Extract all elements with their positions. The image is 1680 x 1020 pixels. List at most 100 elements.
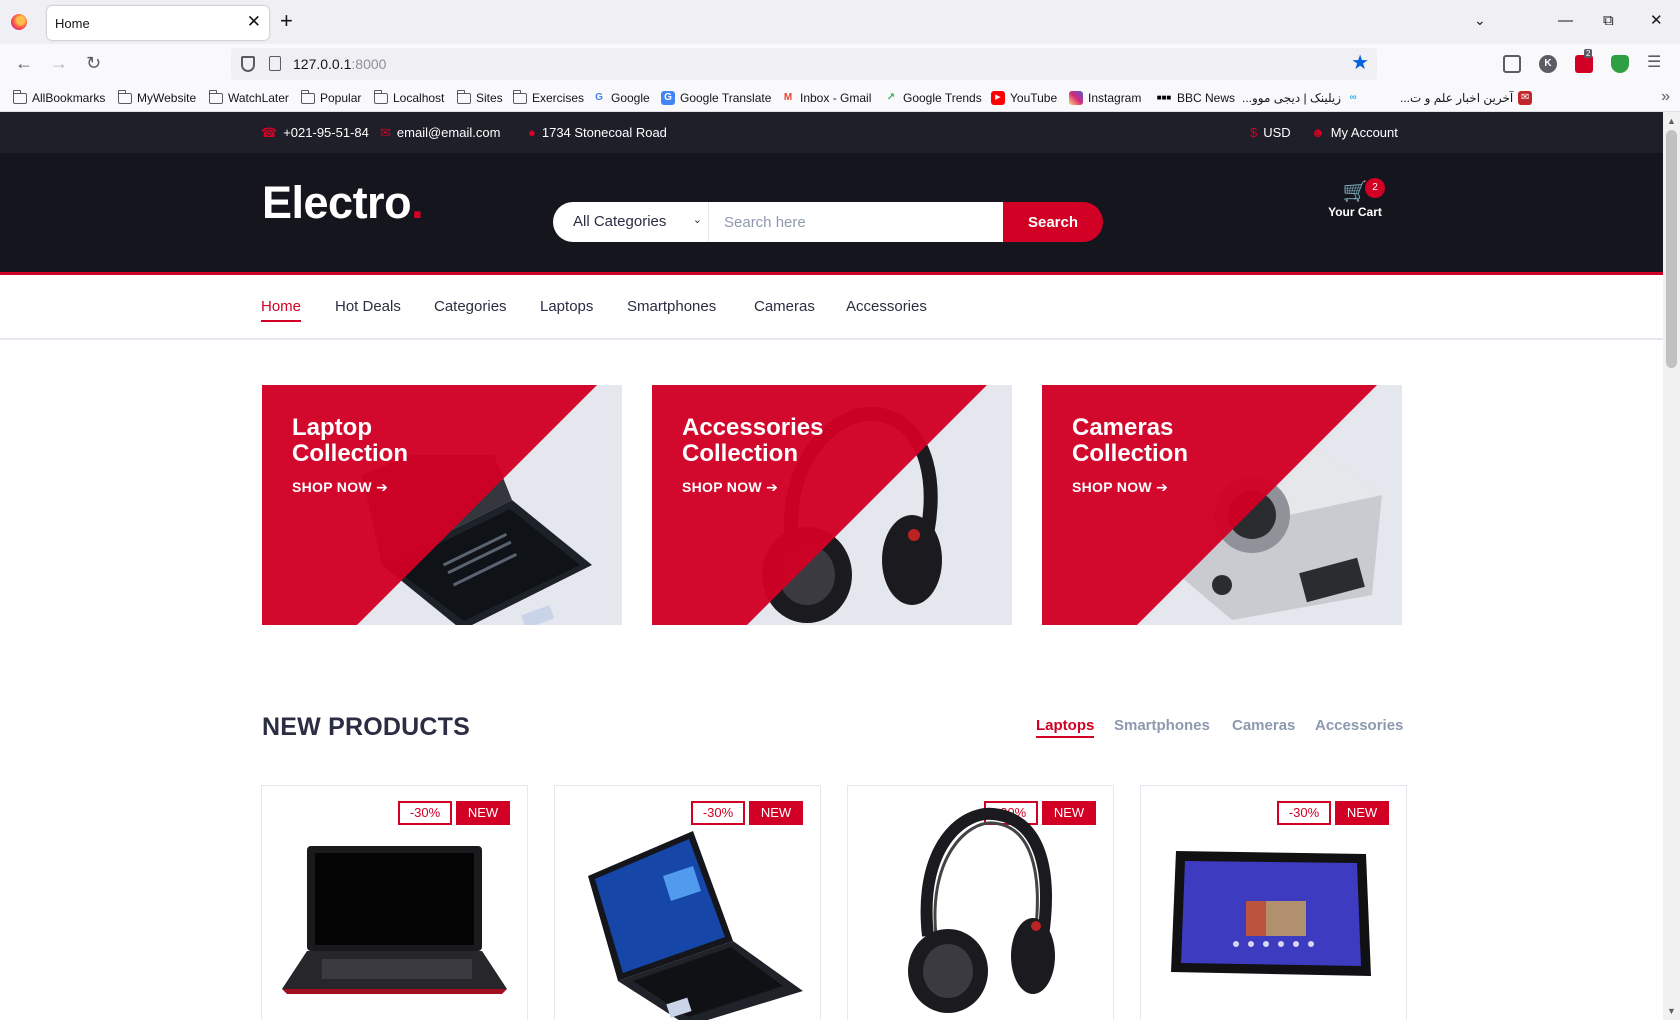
header-phone[interactable]: ☎ +021-95-51-84 [261,125,369,141]
shop-now-link[interactable]: SHOP NOW ➔ [682,479,778,496]
shop-now-link[interactable]: SHOP NOW ➔ [1072,479,1168,496]
bookmark-google-trends[interactable]: ↗ Google Trends [884,91,982,105]
bookmark-instagram[interactable]: Instagram [1069,91,1141,105]
bookmark-youtube[interactable]: ▶ YouTube [991,91,1057,105]
laptop-collection-card[interactable]: Laptop Collection SHOP NOW ➔ [262,385,622,625]
search-input[interactable] [709,202,1003,242]
bookmark-zilink[interactable]: ∞ زیلینک | دیجی موو... [1242,91,1360,105]
bookmark-watchlater[interactable]: WatchLater [208,89,289,105]
scroll-down-arrow-icon[interactable]: ▼ [1667,1006,1676,1016]
scroll-thumb[interactable] [1666,130,1677,368]
nav-home[interactable]: Home [261,298,302,322]
browser-tab-bar: Home ✕ + ⌄ — ⧉ ✕ [0,0,1680,44]
bookmark-google[interactable]: G Google [592,91,650,105]
google-translate-icon: G [661,91,675,105]
scroll-up-arrow-icon[interactable]: ▲ [1667,116,1676,126]
shield-icon[interactable] [241,56,255,72]
currency-text: USD [1263,125,1291,140]
bookmark-label: AllBookmarks [32,91,106,105]
browser-tab[interactable]: Home ✕ [47,6,269,40]
collection-title-line1: Laptop [292,414,372,441]
menu-icon[interactable]: ☰ [1647,53,1661,73]
bookmark-star-icon[interactable]: ★ [1351,52,1369,74]
forward-arrow-icon[interactable]: → [50,53,68,73]
collection-title-line2: Collection [682,440,799,467]
bookmark-mywebsite[interactable]: MyWebsite [117,89,197,105]
main-header: Electro. All Categories ⌄ Search 🛒 Your … [0,153,1663,275]
extension-calendar-icon[interactable]: 2 [1575,49,1593,73]
news-icon: ✉ [1518,91,1533,105]
nav-cameras[interactable]: Cameras [754,298,815,315]
back-arrow-icon[interactable]: ← [15,53,33,73]
bookmark-popular[interactable]: Popular [300,89,361,105]
my-account-link[interactable]: ☻ My Account [1311,125,1398,140]
instagram-icon [1069,91,1083,105]
nav-categories[interactable]: Categories [434,298,507,315]
nav-smartphones[interactable]: Smartphones [627,298,716,315]
search-form: All Categories ⌄ Search [553,202,1103,242]
logo-text: Electro [262,177,412,228]
bookmark-localhost[interactable]: Localhost [373,89,445,105]
bookmark-gmail[interactable]: M Inbox - Gmail [781,91,872,105]
bookmark-label: WatchLater [228,91,289,105]
account-icon[interactable]: K [1539,55,1557,73]
tab-list-chevron-icon[interactable]: ⌄ [1474,12,1486,29]
site-logo[interactable]: Electro. [262,177,424,229]
bookmark-bbc[interactable]: ■■■ BBC News [1156,91,1235,105]
bookmark-news[interactable]: ✉ آخرین اخبار علم و ت... [1400,91,1533,105]
url-bar[interactable]: 127.0.0.1:8000 ★ [231,48,1377,80]
bookmark-label: Localhost [393,91,445,105]
nav-accessories[interactable]: Accessories [846,298,927,315]
tab-title: Home [55,16,90,31]
sale-badge: -30% [1277,801,1331,825]
laptop-product-image [282,846,507,994]
pocket-icon[interactable] [1503,55,1521,73]
restore-icon[interactable]: ⧉ [1603,12,1614,30]
nav-laptops[interactable]: Laptops [540,298,593,315]
zilink-icon: ∞ [1349,92,1357,103]
product-card[interactable]: -30% NEW [848,786,1113,1020]
user-icon: ☻ [1311,125,1325,140]
nav-hot-deals[interactable]: Hot Deals [335,298,401,315]
browser-nav-bar: ← → ↻ 127.0.0.1:8000 ★ K 2 ☰ [0,44,1680,84]
tab-laptops[interactable]: Laptops [1036,717,1095,738]
accessories-collection-card[interactable]: Accessories Collection SHOP NOW ➔ [652,385,1012,625]
category-select[interactable]: All Categories ⌄ [553,202,709,242]
url-text[interactable]: 127.0.0.1:8000 [293,56,386,72]
tab-cameras[interactable]: Cameras [1232,717,1295,734]
collection-title-line1: Accessories [682,414,824,441]
extension-badge: 2 [1584,49,1593,58]
bookmark-label: Instagram [1088,91,1142,105]
chevron-down-icon: ⌄ [692,214,702,226]
bookmark-label: MyWebsite [137,91,197,105]
page-scrollbar[interactable]: ▲ ▼ [1663,112,1680,1020]
tab-smartphones[interactable]: Smartphones [1114,717,1210,734]
sale-badge: -30% [398,801,452,825]
bookmark-label: Sites [476,91,503,105]
search-button[interactable]: Search [1003,202,1103,242]
minimize-icon[interactable]: — [1558,12,1573,30]
product-card[interactable]: -30% NEW [262,786,527,1020]
laptop-product-image [588,831,803,1020]
shield-extension-icon[interactable] [1611,55,1629,73]
bookmark-exercises[interactable]: Exercises [512,89,584,105]
tab-accessories[interactable]: Accessories [1315,717,1403,734]
header-address[interactable]: ● 1734 Stonecoal Road [528,125,667,140]
product-card[interactable]: -30% NEW [1141,786,1406,1020]
currency-selector[interactable]: $ USD [1250,125,1291,140]
new-badge: NEW [456,801,510,825]
tab-close-icon[interactable]: ✕ [247,12,261,32]
bookmarks-overflow-icon[interactable]: » [1661,88,1670,106]
cart-button[interactable]: 🛒 Your Cart 2 [1320,178,1390,219]
bookmark-google-translate[interactable]: G Google Translate [661,91,771,105]
header-email[interactable]: ✉ email@email.com [380,125,500,141]
bookmark-sites[interactable]: Sites [456,89,503,105]
bookmark-allbookmarks[interactable]: AllBookmarks [12,89,106,105]
cameras-collection-card[interactable]: Cameras Collection SHOP NOW ➔ [1042,385,1402,625]
collection-title-line1: Cameras [1072,414,1174,441]
shop-now-link[interactable]: SHOP NOW ➔ [292,479,388,496]
close-window-icon[interactable]: ✕ [1650,12,1663,30]
reload-icon[interactable]: ↻ [86,53,101,73]
product-card[interactable]: -30% NEW [555,786,820,1020]
new-tab-button[interactable]: + [280,10,293,32]
